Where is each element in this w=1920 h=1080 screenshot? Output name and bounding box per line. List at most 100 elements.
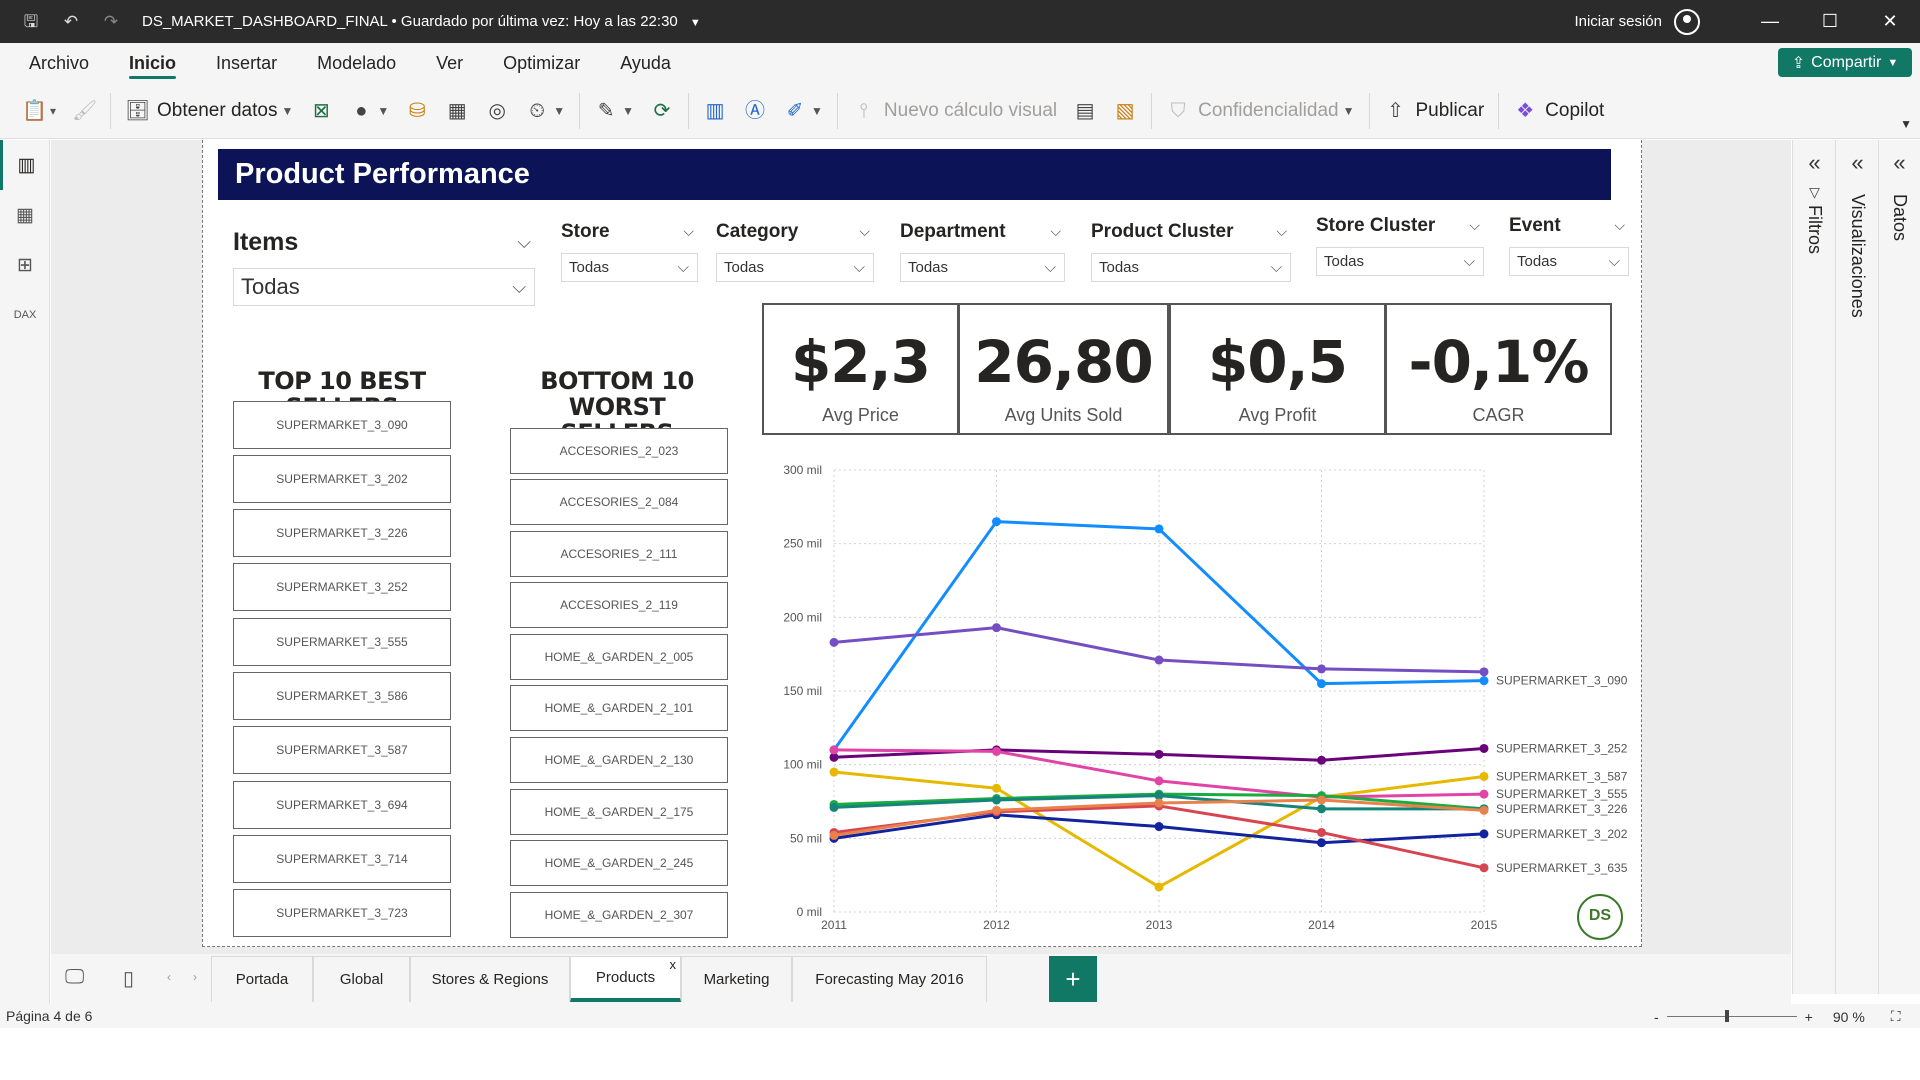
transform-data-button[interactable]: ✎ ▼	[586, 91, 642, 131]
sign-in-link[interactable]: Iniciar sesión	[1574, 13, 1662, 30]
menu-modelado[interactable]: Modelado	[297, 43, 416, 83]
refresh-button[interactable]: ⟳	[642, 91, 682, 131]
prev-page-icon[interactable]: ‹	[167, 970, 171, 984]
desktop-layout-icon[interactable]: 🖵	[65, 966, 84, 989]
more-visuals-button[interactable]: ✐ ▼	[775, 91, 831, 131]
fit-page-icon[interactable]: ⛶	[1891, 1008, 1901, 1025]
bottom10-item[interactable]: ACCESORIES_2_111	[510, 531, 728, 577]
data-pane[interactable]: « Datos	[1878, 140, 1920, 994]
chevron-down-icon[interactable]: ⌵	[859, 223, 870, 240]
close-tab-icon[interactable]: x	[670, 957, 677, 972]
model-view-icon[interactable]: ⊞	[0, 240, 50, 290]
copilot-button[interactable]: ❖ Copilot	[1505, 91, 1612, 131]
expand-data-icon[interactable]: «	[1879, 150, 1920, 176]
save-icon[interactable]: 🖫	[22, 12, 40, 31]
bottom10-item[interactable]: ACCESORIES_2_023	[510, 428, 728, 474]
chevron-down-icon[interactable]: ⌵	[1469, 217, 1480, 234]
excel-button[interactable]: ⊠	[301, 91, 341, 131]
menu-optimizar[interactable]: Optimizar	[483, 43, 600, 83]
new-measure-button[interactable]: ▤	[1065, 91, 1105, 131]
new-visual-calc-button[interactable]: ⫯ Nuevo cálculo visual	[844, 91, 1065, 131]
minimize-icon[interactable]: —	[1740, 11, 1800, 32]
tab-products[interactable]: Products x	[570, 956, 681, 1002]
recent-sources-button[interactable]: ⏲ ▼	[517, 91, 573, 131]
kpi-card[interactable]: $2,3 Avg Price	[762, 303, 959, 435]
expand-filters-icon[interactable]: «	[1793, 150, 1836, 176]
slicer-store-dropdown[interactable]: Todas ⌵	[561, 253, 698, 282]
top10-item[interactable]: SUPERMARKET_3_555	[233, 618, 451, 666]
line-chart[interactable]: 0 mil 50 mil 100 mil 150 mil 200 mil 250 mil 3…	[750, 455, 1630, 945]
menu-insertar[interactable]: Insertar	[196, 43, 297, 83]
top10-item[interactable]: SUPERMARKET_3_694	[233, 781, 451, 829]
slicer-event[interactable]: Event ⌵ Todas ⌵	[1509, 215, 1629, 279]
close-icon[interactable]: ✕	[1860, 11, 1920, 32]
top10-item[interactable]: SUPERMARKET_3_723	[233, 889, 451, 937]
zoom-level[interactable]: 90 %	[1833, 1009, 1865, 1025]
window-title[interactable]: DS_MARKET_DASHBOARD_FINAL • Guardado por…	[142, 13, 701, 30]
chevron-down-icon[interactable]: ⌵	[1050, 223, 1061, 240]
zoom-in-button[interactable]: +	[1805, 1009, 1813, 1025]
dataverse-button[interactable]: ◎	[477, 91, 517, 131]
sensitivity-button[interactable]: ⛉ Confidencialidad ▼	[1158, 91, 1362, 131]
chevron-down-icon[interactable]: ⌵	[517, 232, 531, 253]
slicer-items[interactable]: Items ⌵ Todas ⌵	[233, 228, 535, 308]
chevron-down-icon[interactable]: ▼	[690, 17, 701, 29]
redo-icon[interactable]: ↷	[102, 12, 120, 31]
sql-button[interactable]: ⛁	[397, 91, 437, 131]
slicer-store-cluster-dropdown[interactable]: Todas ⌵	[1316, 247, 1484, 276]
bottom10-item[interactable]: HOME_&_GARDEN_2_130	[510, 737, 728, 783]
tab-global[interactable]: Global	[313, 956, 410, 1002]
top10-item[interactable]: SUPERMARKET_3_252	[233, 563, 451, 611]
bottom10-item[interactable]: HOME_&_GARDEN_2_245	[510, 840, 728, 886]
tab-stores-regions[interactable]: Stores & Regions	[410, 956, 570, 1002]
top10-item[interactable]: SUPERMARKET_3_202	[233, 455, 451, 503]
mobile-layout-icon[interactable]: ▯	[123, 966, 134, 991]
menu-inicio[interactable]: Inicio	[109, 43, 196, 83]
chevron-down-icon[interactable]: ⌵	[683, 223, 694, 240]
enter-data-button[interactable]: ▦	[437, 91, 477, 131]
slicer-event-dropdown[interactable]: Todas ⌵	[1509, 247, 1629, 276]
expand-visualizations-icon[interactable]: «	[1836, 150, 1879, 176]
top10-item[interactable]: SUPERMARKET_3_587	[233, 726, 451, 774]
menu-ayuda[interactable]: Ayuda	[600, 43, 691, 83]
kpi-card[interactable]: -0,1% CAGR	[1385, 303, 1612, 435]
next-page-icon[interactable]: ›	[193, 970, 197, 984]
undo-icon[interactable]: ↶	[62, 12, 80, 31]
format-painter-button[interactable]: 🖌	[64, 91, 104, 131]
onelake-button[interactable]: ● ▼	[341, 91, 397, 131]
dax-query-icon[interactable]: DAX	[0, 290, 50, 340]
slicer-department[interactable]: Department ⌵ Todas ⌵	[900, 221, 1065, 285]
tab-forecasting[interactable]: Forecasting May 2016	[792, 956, 987, 1002]
tab-marketing[interactable]: Marketing	[681, 956, 792, 1002]
chevron-down-icon[interactable]: ⌵	[1614, 217, 1625, 234]
text-box-button[interactable]: Ⓐ	[735, 91, 775, 131]
bottom10-item[interactable]: HOME_&_GARDEN_2_175	[510, 789, 728, 835]
bottom10-item[interactable]: HOME_&_GARDEN_2_307	[510, 892, 728, 938]
bottom10-item[interactable]: HOME_&_GARDEN_2_005	[510, 634, 728, 680]
slicer-store-cluster[interactable]: Store Cluster ⌵ Todas ⌵	[1316, 215, 1484, 279]
slicer-items-dropdown[interactable]: Todas ⌵	[233, 268, 535, 306]
zoom-out-button[interactable]: -	[1654, 1009, 1659, 1025]
kpi-card[interactable]: 26,80 Avg Units Sold	[958, 303, 1169, 435]
top10-item[interactable]: SUPERMARKET_3_586	[233, 672, 451, 720]
filters-pane[interactable]: « ▽ Filtros	[1792, 140, 1836, 994]
report-view-icon[interactable]: ▥	[0, 140, 50, 190]
menu-ver[interactable]: Ver	[416, 43, 483, 83]
top10-item[interactable]: SUPERMARKET_3_090	[233, 401, 451, 449]
top10-item[interactable]: SUPERMARKET_3_714	[233, 835, 451, 883]
visualizations-pane[interactable]: « Visualizaciones	[1835, 140, 1879, 994]
paste-button[interactable]: 📋 ▾	[14, 91, 64, 131]
menu-archivo[interactable]: Archivo	[9, 43, 109, 83]
get-data-button[interactable]: 🗄 Obtener datos ▼	[117, 91, 301, 131]
bottom10-item[interactable]: ACCESORIES_2_084	[510, 479, 728, 525]
top10-item[interactable]: SUPERMARKET_3_226	[233, 509, 451, 557]
table-view-icon[interactable]: ▦	[0, 190, 50, 240]
tab-portada[interactable]: Portada	[211, 956, 313, 1002]
kpi-card[interactable]: $0,5 Avg Profit	[1169, 303, 1386, 435]
new-visual-button[interactable]: ▥	[695, 91, 735, 131]
bottom10-item[interactable]: ACCESORIES_2_119	[510, 582, 728, 628]
publish-button[interactable]: ⇧ Publicar	[1376, 91, 1493, 131]
slicer-department-dropdown[interactable]: Todas ⌵	[900, 253, 1065, 282]
slicer-product-cluster[interactable]: Product Cluster ⌵ Todas ⌵	[1091, 221, 1291, 285]
maximize-icon[interactable]: ☐	[1800, 11, 1860, 32]
